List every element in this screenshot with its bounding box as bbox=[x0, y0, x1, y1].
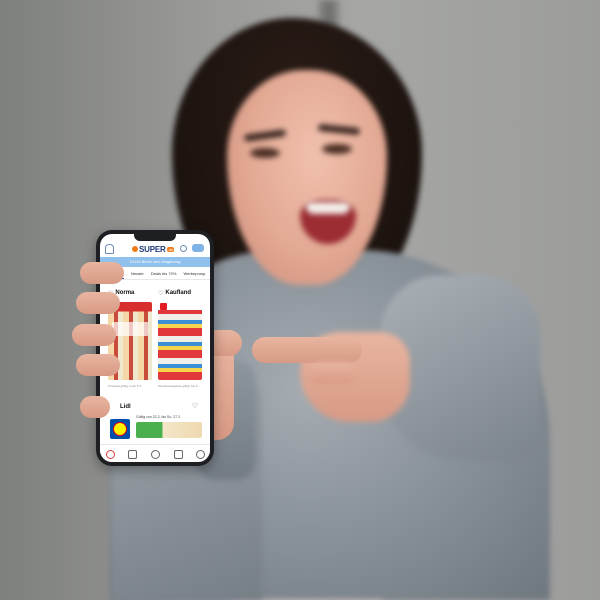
tab-neuste[interactable]: Neuste bbox=[131, 269, 144, 279]
pointing-finger bbox=[252, 337, 362, 363]
store-name-norma: Norma bbox=[115, 290, 135, 296]
logo-tld: .de bbox=[166, 246, 175, 252]
deals-icon[interactable] bbox=[151, 450, 160, 459]
shopping-list-icon[interactable] bbox=[174, 450, 183, 459]
favorites-icon[interactable] bbox=[128, 450, 137, 459]
offer-card-header-kaufland: ♡ Kaufland bbox=[158, 288, 191, 298]
tab-deals[interactable]: Deals bis 70% bbox=[151, 269, 177, 279]
left-finger bbox=[80, 262, 124, 284]
offer-caption-norma: Prospekt gültig: noch 5 T... bbox=[108, 384, 144, 388]
right-eye bbox=[322, 144, 352, 154]
phone-notch bbox=[134, 234, 176, 241]
logo-text: SUPER bbox=[139, 244, 166, 254]
lidl-logo-inner bbox=[113, 422, 127, 436]
bell-icon[interactable] bbox=[105, 244, 114, 254]
heart-icon[interactable]: ♡ bbox=[158, 290, 163, 297]
search-icon[interactable] bbox=[180, 245, 187, 252]
teeth bbox=[306, 202, 350, 214]
location-text: 10115 Berlin und Umgebung bbox=[129, 259, 181, 264]
right-thumb bbox=[308, 362, 358, 384]
lidl-logo-icon bbox=[110, 419, 130, 439]
flyer-lidl[interactable] bbox=[136, 422, 202, 438]
app-logo: SUPER .de bbox=[132, 243, 175, 255]
flyer-headline bbox=[112, 322, 148, 336]
left-finger bbox=[76, 292, 120, 314]
tab-werbeprospekte[interactable]: Werbeprosp. bbox=[184, 269, 207, 279]
left-eye bbox=[250, 148, 280, 158]
bottom-navigation bbox=[100, 444, 210, 462]
offer-caption-kaufland: Wochenangebote gültig: bis 2... bbox=[158, 384, 200, 388]
flyer-kaufland[interactable] bbox=[158, 302, 202, 380]
kaufland-logo-icon bbox=[160, 303, 167, 310]
store-name-lidl: Lidl bbox=[120, 404, 131, 410]
header-action-button[interactable] bbox=[192, 244, 204, 252]
left-finger bbox=[80, 396, 110, 418]
more-icon[interactable] bbox=[196, 450, 205, 459]
home-icon[interactable] bbox=[106, 450, 115, 459]
store-name-kaufland: Kaufland bbox=[165, 290, 192, 296]
heart-icon[interactable]: ♡ bbox=[192, 402, 198, 410]
app-header: SUPER .de bbox=[100, 242, 210, 256]
logo-mark-icon bbox=[132, 246, 138, 252]
left-finger bbox=[72, 324, 116, 346]
featured-header: Lidl bbox=[120, 402, 131, 412]
featured-validity: Gültig von 22.2. bis So. 27.2. bbox=[136, 415, 181, 419]
left-finger bbox=[76, 354, 120, 376]
